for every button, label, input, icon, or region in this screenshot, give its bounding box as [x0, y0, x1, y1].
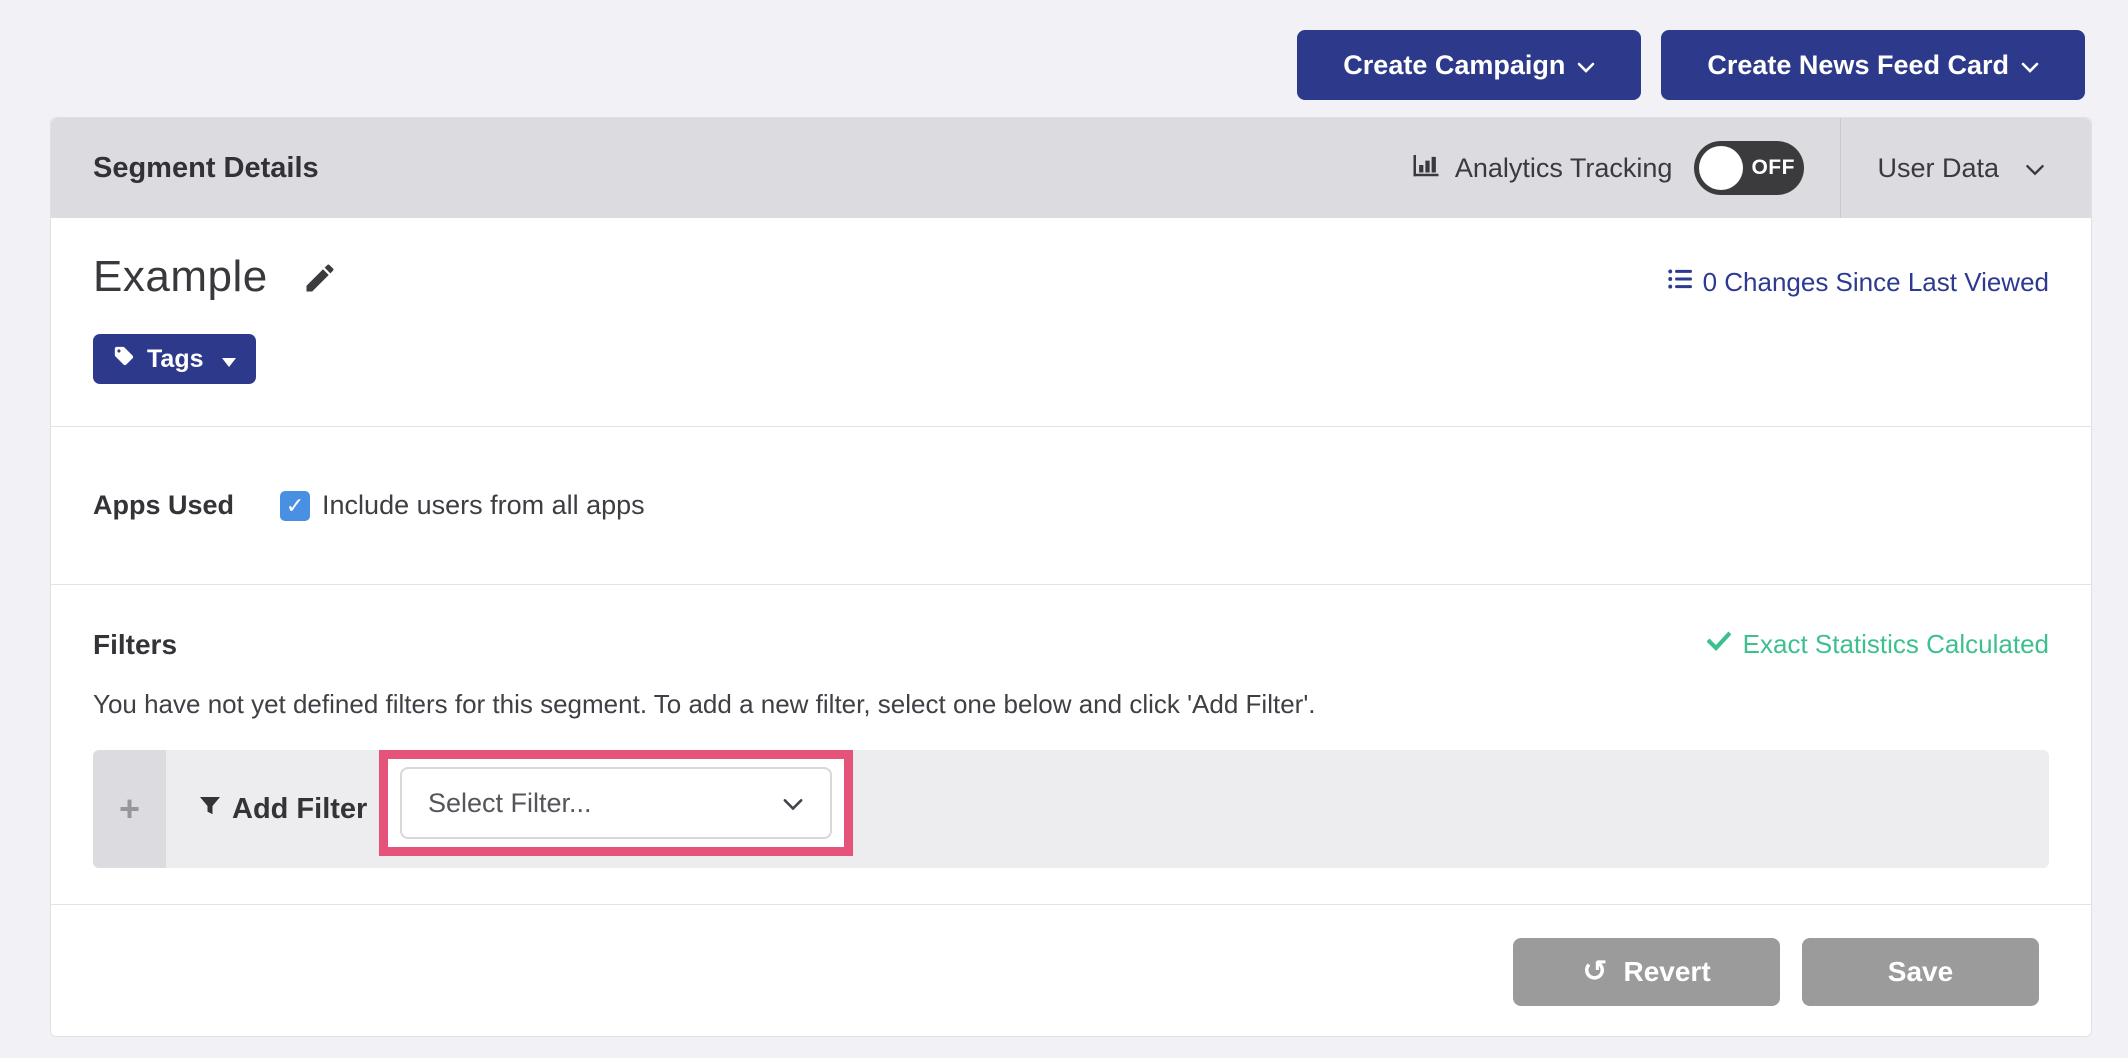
- check-icon: [1707, 629, 1731, 660]
- filters-title: Filters: [93, 629, 177, 661]
- segment-name-section: Example Tags: [51, 218, 2091, 426]
- include-all-apps-label: Include users from all apps: [322, 490, 645, 521]
- create-campaign-label: Create Campaign: [1343, 50, 1565, 81]
- topbar: Create Campaign Create News Feed Card: [1297, 30, 2085, 100]
- filters-header: Filters Exact Statistics Calculated: [93, 629, 2049, 661]
- funnel-filter-icon: [198, 793, 222, 826]
- add-filter-row: + Add Filter Select Filter...: [93, 750, 2049, 868]
- caret-down-icon: [222, 345, 236, 374]
- segment-name: Example: [93, 252, 268, 302]
- filters-section: Filters Exact Statistics Calculated You …: [51, 584, 2091, 904]
- filters-empty-text: You have not yet defined filters for thi…: [93, 689, 2049, 720]
- card-footer: ↺ Revert Save: [51, 904, 2091, 1038]
- changelog-list-icon: [1667, 266, 1693, 299]
- add-filter-label: Add Filter: [232, 793, 367, 826]
- user-data-label: User Data: [1877, 153, 1999, 184]
- revert-icon: ↺: [1582, 957, 1607, 987]
- chevron-down-icon: [1577, 50, 1595, 81]
- apps-used-section: Apps Used ✓ Include users from all apps: [51, 426, 2091, 584]
- toggle-state-label: OFF: [1751, 156, 1795, 180]
- toggle-knob: [1699, 146, 1743, 190]
- statistics-status: Exact Statistics Calculated: [1707, 629, 2049, 660]
- add-filter-plus-button[interactable]: +: [93, 750, 166, 868]
- card-header: Segment Details Analytics Tracking OFF: [51, 118, 2091, 218]
- page-title: Segment Details: [93, 152, 319, 185]
- select-filter-placeholder: Select Filter...: [428, 788, 592, 819]
- save-label: Save: [1888, 956, 1953, 988]
- chevron-down-icon: [2025, 153, 2045, 184]
- plus-icon: +: [119, 788, 140, 830]
- card-header-actions: Analytics Tracking OFF User Data: [1411, 118, 2049, 218]
- save-button[interactable]: Save: [1802, 938, 2039, 1006]
- create-news-feed-card-button[interactable]: Create News Feed Card: [1661, 30, 2085, 100]
- analytics-tracking-label: Analytics Tracking: [1455, 153, 1673, 184]
- header-divider: [1840, 118, 1841, 218]
- chevron-down-icon: [2021, 50, 2039, 81]
- revert-label: Revert: [1623, 956, 1710, 988]
- apps-used-label: Apps Used: [93, 490, 234, 521]
- include-all-apps-option[interactable]: ✓ Include users from all apps: [280, 490, 645, 521]
- segment-details-card: Segment Details Analytics Tracking OFF: [50, 117, 2092, 1037]
- analytics-tracking: Analytics Tracking OFF: [1411, 141, 1805, 195]
- analytics-toggle[interactable]: OFF: [1694, 141, 1804, 195]
- annotation-highlight-box: Select Filter...: [379, 750, 853, 856]
- revert-button[interactable]: ↺ Revert: [1513, 938, 1780, 1006]
- statistics-status-label: Exact Statistics Calculated: [1743, 629, 2049, 660]
- bar-chart-icon: [1411, 150, 1441, 187]
- changes-since-last-viewed-link[interactable]: 0 Changes Since Last Viewed: [1667, 266, 2049, 299]
- tag-icon: [113, 345, 135, 374]
- create-news-feed-card-label: Create News Feed Card: [1707, 50, 2009, 81]
- tags-label: Tags: [147, 345, 204, 374]
- changes-link-label: 0 Changes Since Last Viewed: [1703, 267, 2049, 298]
- edit-pencil-icon[interactable]: [302, 260, 338, 301]
- chevron-down-icon: [782, 788, 804, 819]
- add-filter-label-group: Add Filter: [198, 793, 367, 826]
- include-all-apps-checkbox[interactable]: ✓: [280, 491, 310, 521]
- select-filter-dropdown[interactable]: Select Filter...: [400, 767, 832, 839]
- create-campaign-button[interactable]: Create Campaign: [1297, 30, 1641, 100]
- user-data-dropdown[interactable]: User Data: [1877, 153, 2049, 184]
- tags-button[interactable]: Tags: [93, 334, 256, 384]
